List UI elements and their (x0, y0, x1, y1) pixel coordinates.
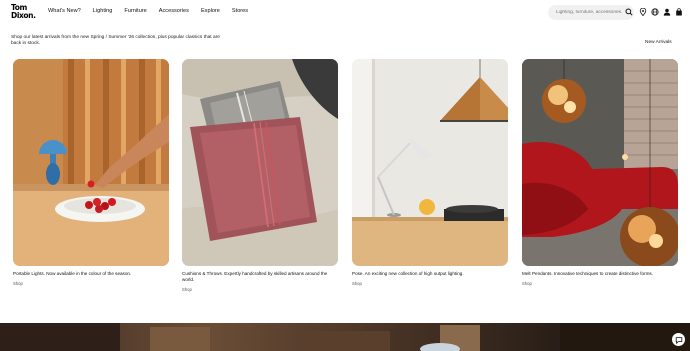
new-arrivals-link[interactable]: New Arrivals (645, 40, 672, 45)
bag-icon[interactable] (675, 8, 683, 16)
nav-item-stores[interactable]: Stores (232, 8, 248, 14)
product-card-melt[interactable]: Melt Pendants. Innovative techniques to … (522, 59, 678, 286)
product-card-cushions[interactable]: Cushions & Throws. Expertly handcrafted … (182, 59, 338, 292)
shop-link[interactable]: Shop (182, 287, 338, 292)
nav-item-whats-new[interactable]: What's New? (48, 8, 81, 14)
search-bar[interactable] (548, 5, 634, 20)
pose-image[interactable] (352, 59, 508, 266)
card-caption: Melt Pendants. Innovative techniques to … (522, 271, 653, 276)
location-icon[interactable] (639, 8, 647, 16)
product-card-pose[interactable]: Pose. An exciting new collection of high… (352, 59, 508, 286)
brand-logo[interactable]: Tom Dixon. (11, 4, 37, 21)
globe-icon[interactable] (651, 8, 659, 16)
site-header: Tom Dixon. What's New? Lighting Furnitur… (0, 0, 690, 26)
hero-banner-image[interactable] (0, 323, 690, 351)
intro-text: Shop our latest arrivals from the new Sp… (11, 35, 220, 47)
card-caption: Cushions & Throws. Expertly handcrafted … (182, 271, 328, 282)
melt-image[interactable] (522, 59, 678, 266)
chat-button[interactable] (672, 333, 685, 346)
nav-item-furniture[interactable]: Furniture (124, 8, 146, 14)
main-nav: What's New? Lighting Furniture Accessori… (48, 8, 260, 14)
chat-icon (675, 336, 682, 344)
nav-item-explore[interactable]: Explore (201, 8, 220, 14)
search-input[interactable] (556, 10, 622, 15)
product-card-portable-lights[interactable]: Portable Lights. Now available in the co… (13, 59, 169, 286)
search-icon[interactable] (625, 8, 633, 16)
card-caption: Portable Lights. Now available in the co… (13, 271, 132, 276)
cushions-image[interactable] (182, 59, 338, 266)
logo-line-2: Dixon. (11, 10, 36, 20)
nav-item-accessories[interactable]: Accessories (159, 8, 189, 14)
shop-link[interactable]: Shop (352, 281, 508, 286)
card-caption: Pose. An exciting new collection of high… (352, 271, 464, 276)
shop-link[interactable]: Shop (522, 281, 678, 286)
user-icon[interactable] (663, 8, 671, 16)
nav-item-lighting[interactable]: Lighting (93, 8, 113, 14)
portable-lights-image[interactable] (13, 59, 169, 266)
shop-link[interactable]: Shop (13, 281, 169, 286)
